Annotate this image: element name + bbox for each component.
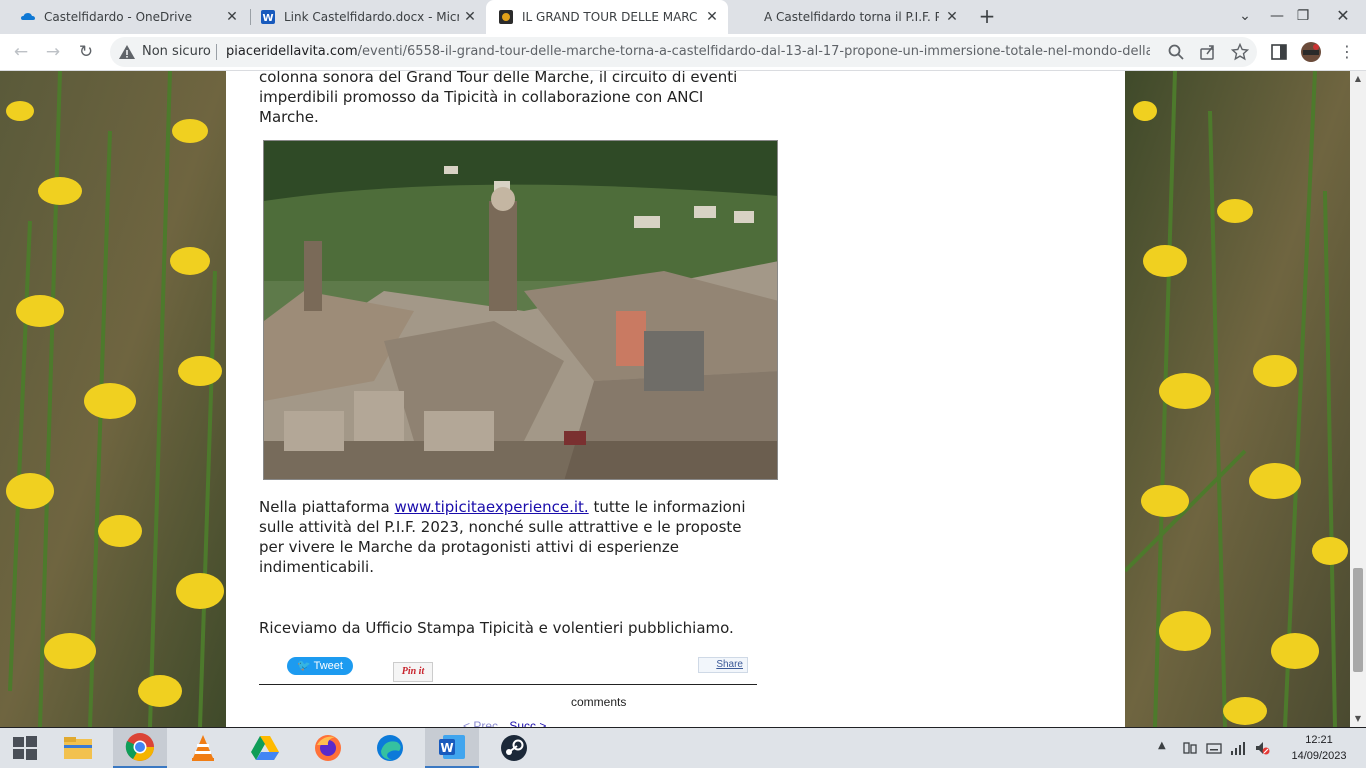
scrollbar-thumb[interactable] xyxy=(1353,568,1363,672)
close-icon[interactable]: ✕ xyxy=(462,9,478,25)
browser-toolbar: ← → ↻ Non sicuro piaceridellavita.com/ev… xyxy=(0,34,1366,71)
taskbar-steam[interactable] xyxy=(487,728,541,768)
pinit-button[interactable]: Pin it xyxy=(393,662,433,682)
start-button[interactable] xyxy=(0,728,50,768)
article-intro-paragraph: colonna sonora del Grand Tour delle Marc… xyxy=(259,71,738,126)
taskbar-word[interactable]: W xyxy=(425,728,479,768)
web-page: colonna sonora del Grand Tour delle Marc… xyxy=(0,71,1350,727)
warning-icon[interactable] xyxy=(118,43,136,61)
tab-strip: Castelfidardo - OneDrive ✕ W Link Castel… xyxy=(0,0,1366,34)
bookmark-star-icon[interactable] xyxy=(1231,43,1249,61)
url-path: /eventi/6558-il-grand-tour-delle-marche-… xyxy=(357,44,1150,59)
windows-taskbar: W ▲ 12:21 14/09/2023 xyxy=(0,728,1366,768)
scroll-down-icon[interactable]: ▼ xyxy=(1350,711,1366,727)
address-bar[interactable]: Non sicuro piaceridellavita.com/eventi/6… xyxy=(110,37,1257,67)
clock-date: 14/09/2023 xyxy=(1291,750,1347,762)
word-icon: W xyxy=(261,10,275,24)
profile-avatar-icon[interactable] xyxy=(1300,41,1322,63)
next-link[interactable]: Succ > xyxy=(509,719,546,727)
windows-start-icon xyxy=(13,736,37,760)
clock-time: 12:21 xyxy=(1305,734,1333,746)
svg-text:W: W xyxy=(440,741,453,755)
back-button[interactable]: ← xyxy=(8,39,34,65)
url-domain: piaceridellavita.com xyxy=(226,44,358,59)
volume-muted-icon[interactable] xyxy=(1254,740,1270,756)
zoom-icon[interactable] xyxy=(1167,43,1185,61)
security-label[interactable]: Non sicuro xyxy=(142,44,211,59)
social-share-row: 🐦 Tweet Pin it Share xyxy=(259,655,757,685)
reload-button[interactable]: ↻ xyxy=(73,39,99,65)
article-content: colonna sonora del Grand Tour delle Marc… xyxy=(226,71,1125,727)
broom-flowers-background-right xyxy=(1125,71,1350,727)
tweet-label: Tweet xyxy=(313,660,343,672)
url-text[interactable]: piaceridellavita.com/eventi/6558-il-gran… xyxy=(226,44,1150,59)
site-favicon-icon xyxy=(499,10,513,24)
close-icon[interactable]: ✕ xyxy=(704,9,720,25)
castelfidardo-aerial-photo xyxy=(263,140,778,480)
photo-castelfidardo-aerial-view xyxy=(264,141,777,479)
broom-flowers-background-left xyxy=(0,71,226,727)
keyboard-icon[interactable] xyxy=(1206,740,1222,756)
tipicitaexperience-link[interactable]: www.tipicitaexperience.it. xyxy=(395,498,589,516)
tab-title: Link Castelfidardo.docx - Microso xyxy=(284,10,459,24)
tweet-button[interactable]: 🐦 Tweet xyxy=(287,657,353,675)
device-icon[interactable] xyxy=(1182,740,1198,756)
file-explorer-icon xyxy=(64,737,92,759)
scroll-up-icon[interactable]: ▲ xyxy=(1350,71,1366,87)
chrome-icon xyxy=(125,733,154,761)
vlc-icon xyxy=(192,735,214,761)
new-tab-button[interactable]: + xyxy=(975,5,999,29)
taskbar-chrome[interactable] xyxy=(113,728,167,768)
close-icon[interactable]: ✕ xyxy=(224,9,240,25)
taskbar-google-drive[interactable] xyxy=(238,728,292,768)
platform-paragraph: Nella piattaforma www.tipicitaexperience… xyxy=(259,497,749,577)
close-window-button[interactable]: ✕ xyxy=(1320,0,1366,34)
taskbar-file-explorer[interactable] xyxy=(51,728,105,768)
taskbar-vlc[interactable] xyxy=(176,728,230,768)
close-icon[interactable]: ✕ xyxy=(944,9,960,25)
browser-menu-icon[interactable]: ⋮ xyxy=(1334,39,1360,65)
divider-line xyxy=(259,684,757,685)
tab-castelfidardo-pif[interactable]: A Castelfidardo torna il P.I.F. Pren ✕ xyxy=(728,0,968,34)
network-signal-icon[interactable] xyxy=(1230,740,1246,756)
taskbar-edge[interactable] xyxy=(363,728,417,768)
svg-text:W: W xyxy=(262,13,273,24)
tab-grand-tour[interactable]: IL GRAND TOUR DELLE MARCHE ✕ xyxy=(486,0,728,34)
tab-onedrive[interactable]: Castelfidardo - OneDrive ✕ xyxy=(8,0,248,34)
prev-link[interactable]: < Prec xyxy=(463,719,498,727)
share-icon[interactable] xyxy=(1199,43,1217,61)
firefox-icon xyxy=(315,735,341,761)
tab-word-doc[interactable]: W Link Castelfidardo.docx - Microso ✕ xyxy=(248,0,486,34)
tab-title: IL GRAND TOUR DELLE MARCHE xyxy=(522,10,697,24)
page-icon xyxy=(740,9,756,25)
google-drive-icon xyxy=(251,736,279,760)
onedrive-icon xyxy=(21,13,35,20)
word-icon: W xyxy=(439,735,465,759)
omnibox-divider xyxy=(216,44,217,60)
tab-title: A Castelfidardo torna il P.I.F. Pren xyxy=(764,10,939,24)
taskbar-firefox[interactable] xyxy=(301,728,355,768)
edge-icon xyxy=(377,735,403,761)
side-panel-icon[interactable] xyxy=(1270,43,1288,61)
article-pager: < Prec Succ > xyxy=(463,719,546,727)
facebook-share-button[interactable]: Share xyxy=(698,657,748,673)
twitter-bird-icon: 🐦 xyxy=(297,660,311,672)
steam-icon xyxy=(501,735,527,761)
comments-label: comments xyxy=(571,695,627,709)
platform-prefix: Nella piattaforma xyxy=(259,498,395,516)
system-clock[interactable]: 12:21 14/09/2023 xyxy=(1288,732,1350,764)
forward-button[interactable]: → xyxy=(40,39,66,65)
show-hidden-icons-icon[interactable]: ▲ xyxy=(1158,740,1174,756)
page-scrollbar[interactable]: ▲ ▼ xyxy=(1350,71,1366,727)
press-office-paragraph: Riceviamo da Ufficio Stampa Tipicità e v… xyxy=(259,619,734,637)
tab-title: Castelfidardo - OneDrive xyxy=(44,10,193,24)
